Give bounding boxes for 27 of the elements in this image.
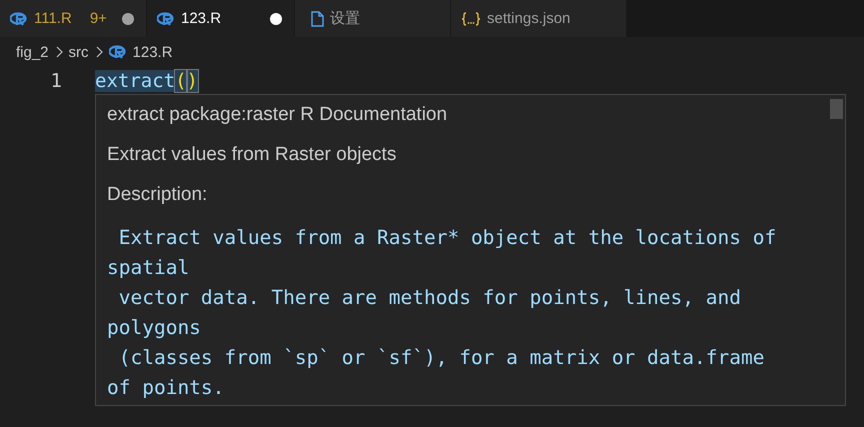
braces-icon [461, 12, 481, 26]
tab-label: 111.R [34, 10, 72, 27]
editor-tab[interactable]: 设置 [295, 0, 451, 37]
chevron-icon [54, 46, 63, 58]
problem-count: 9+ [90, 10, 107, 27]
breadcrumb-item[interactable]: 123.R [132, 44, 173, 60]
scrollbar-thumb[interactable] [830, 99, 843, 119]
editor-tab[interactable]: settings.json [451, 0, 627, 37]
r-logo-icon [10, 12, 28, 26]
chevron-icon [94, 46, 103, 58]
breadcrumb-item[interactable]: src [68, 44, 89, 60]
file-icon [311, 10, 324, 26]
tab-label: 设置 [330, 9, 360, 28]
r-logo-icon [157, 12, 175, 26]
hover-title: extract package:raster R Documentation [107, 103, 448, 127]
editor-tab[interactable]: 123.R [147, 0, 295, 37]
unsaved-dot-icon [270, 12, 282, 24]
hover-summary: Extract values from Raster objects [107, 143, 396, 167]
description-text: Extract values from a Raster* object at the locations of spatial vector data. There are methods for points, lines, and polygons (classes from `sp` or `sf`), for a matrix or data.frame of points. [107, 225, 778, 401]
breadcrumb-item[interactable]: fig_2 [16, 44, 49, 60]
hover-heading: Description: [107, 183, 208, 207]
line-number: 1 [50, 70, 62, 92]
editor-tab[interactable]: 111.R 9+ [0, 0, 147, 37]
tab-label: settings.json [487, 10, 570, 27]
r-logo-icon [108, 45, 127, 59]
tab-label: 123.R [181, 10, 222, 27]
unsaved-dot-icon [122, 12, 134, 24]
